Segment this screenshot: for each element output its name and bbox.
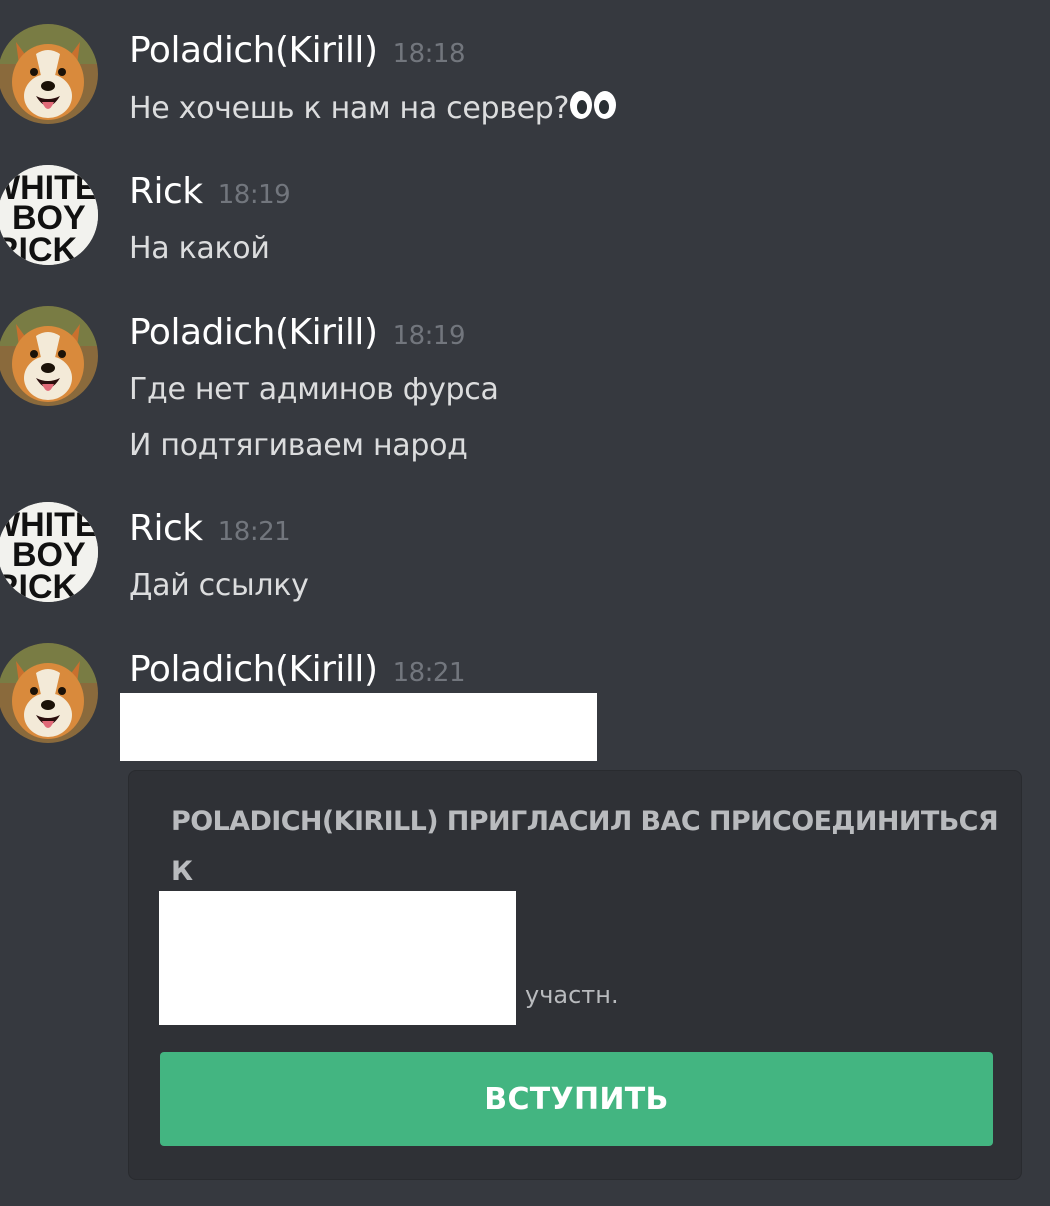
member-count: участн.: [525, 981, 619, 1009]
redacted-server-info: [159, 891, 516, 1025]
invite-title: POLADICH(KIRILL) ПРИГЛАСИЛ ВАС ПРИСОЕДИН…: [171, 806, 999, 887]
join-button[interactable]: ВСТУПИТЬ: [160, 1052, 993, 1146]
dog-avatar-icon: [0, 306, 98, 406]
avatar[interactable]: [0, 24, 98, 124]
chat-log: Poladich(Kirill) 18:18 Не хочешь к нам н…: [0, 0, 1050, 1206]
timestamp: 18:21: [217, 517, 291, 547]
white-boy-rick-avatar-icon: WHITE BOY RICK: [0, 502, 98, 602]
timestamp: 18:19: [392, 321, 466, 351]
username[interactable]: Poladich(Kirill): [129, 649, 378, 690]
username[interactable]: Rick: [129, 508, 203, 549]
message-line: Не хочешь к нам на сервер?: [129, 91, 570, 126]
timestamp: 18:21: [392, 658, 466, 688]
message-header: Poladich(Kirill) 18:18: [129, 30, 466, 71]
message-header: Poladich(Kirill) 18:19: [129, 312, 466, 353]
dog-avatar-icon: [0, 643, 98, 743]
username[interactable]: Poladich(Kirill): [129, 30, 378, 71]
avatar[interactable]: WHITE BOY RICK: [0, 502, 98, 602]
redacted-link: [120, 693, 597, 761]
message-line: Дай ссылку: [129, 568, 309, 603]
avatar[interactable]: [0, 306, 98, 406]
timestamp: 18:18: [392, 39, 466, 69]
svg-text:RICK: RICK: [0, 231, 78, 265]
timestamp: 18:19: [217, 180, 291, 210]
message-header: Rick 18:21: [129, 508, 291, 549]
message-line: Где нет админов фурса: [129, 372, 499, 407]
message-line: На какой: [129, 231, 270, 266]
white-boy-rick-avatar-icon: WHITE BOY RICK: [0, 165, 98, 265]
svg-text:RICK: RICK: [0, 568, 78, 602]
message-header: Poladich(Kirill) 18:21: [129, 649, 466, 690]
message-header: Rick 18:19: [129, 171, 291, 212]
username[interactable]: Rick: [129, 171, 203, 212]
message-line: И подтягиваем народ: [129, 428, 468, 463]
eyes-icon: [569, 90, 617, 128]
invite-card: POLADICH(KIRILL) ПРИГЛАСИЛ ВАС ПРИСОЕДИН…: [128, 770, 1022, 1180]
avatar[interactable]: WHITE BOY RICK: [0, 165, 98, 265]
message-text: Не хочешь к нам на сервер?: [129, 90, 617, 128]
username[interactable]: Poladich(Kirill): [129, 312, 378, 353]
avatar[interactable]: [0, 643, 98, 743]
dog-avatar-icon: [0, 24, 98, 124]
